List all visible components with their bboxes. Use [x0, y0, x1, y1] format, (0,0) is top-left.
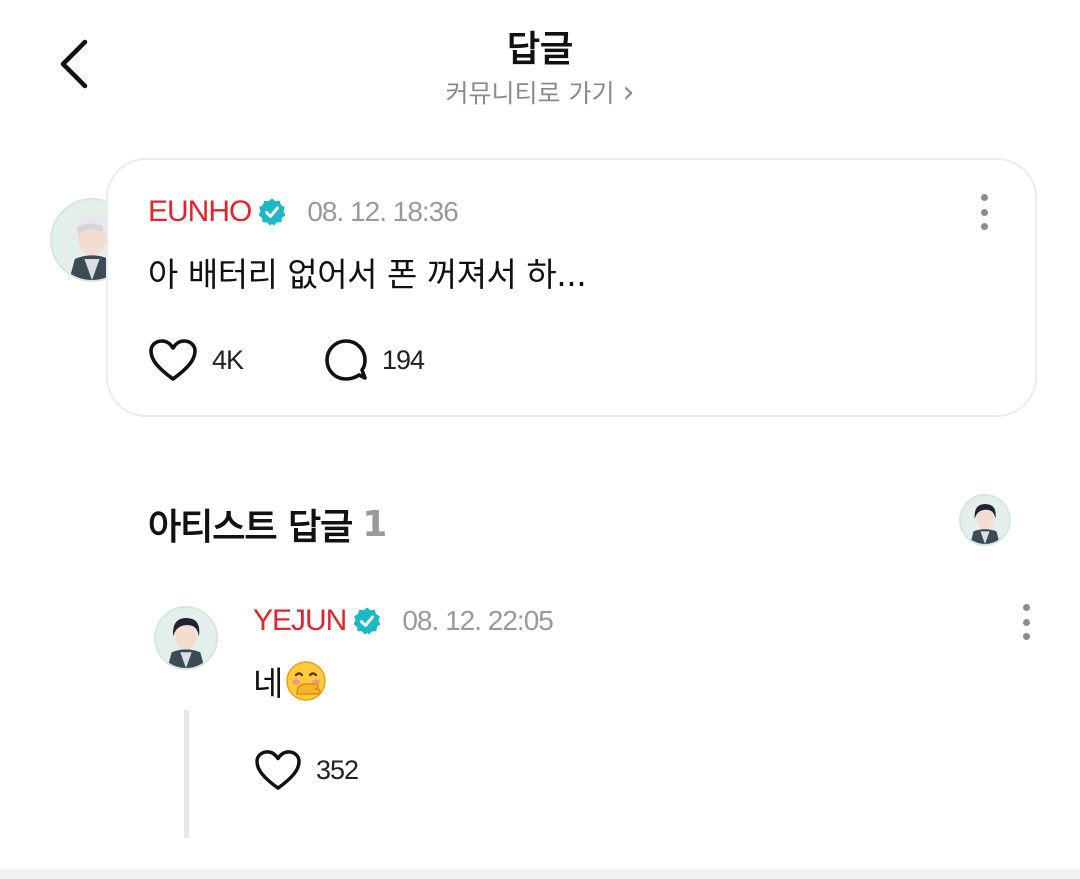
- post-comment-count: 194: [382, 344, 425, 375]
- heart-icon: [149, 339, 197, 381]
- more-icon-dot: [1022, 633, 1030, 640]
- reply-date: 08. 12. 22:05: [402, 605, 553, 636]
- artist-avatar-small[interactable]: [959, 494, 1011, 546]
- bottom-divider: [0, 869, 1080, 879]
- more-icon-dot: [980, 194, 988, 201]
- post-text: 아 배터리 없어서 폰 꺼져서 하...: [148, 255, 587, 294]
- reply-like-button[interactable]: 352: [254, 748, 359, 792]
- reply-author[interactable]: YEJUN: [253, 604, 347, 638]
- post-more-button[interactable]: [969, 190, 999, 234]
- verified-badge-icon: [258, 198, 286, 226]
- comment-icon: [325, 339, 367, 381]
- verified-badge-icon: [353, 607, 381, 635]
- face-with-hand-over-mouth-emoji: [285, 660, 327, 702]
- reply-screen: 답글 커뮤니티로 가기 › EUNHO 08. 12. 18:36 아 배터리 …: [0, 0, 1080, 879]
- artist-replies-count: 1: [362, 503, 387, 545]
- post-comment-button[interactable]: 194: [324, 338, 425, 382]
- post-like-count: 4K: [212, 344, 244, 375]
- more-icon-dot: [1022, 618, 1030, 626]
- heart-icon: [255, 750, 301, 790]
- post-meta: EUNHO 08. 12. 18:36: [148, 194, 459, 230]
- reply-text-body: 네: [253, 664, 283, 703]
- chevron-right-icon: ›: [622, 74, 635, 110]
- reply-text: 네: [253, 657, 327, 705]
- more-icon-dot: [980, 208, 988, 216]
- community-link-label: 커뮤니티로 가기: [445, 79, 615, 108]
- more-icon-dot: [980, 223, 988, 230]
- reply-like-count: 352: [316, 754, 359, 785]
- post-author[interactable]: EUNHO: [148, 195, 252, 229]
- post-like-button[interactable]: 4K: [148, 338, 244, 382]
- reply-thread-line: [184, 710, 189, 838]
- more-icon-dot: [1022, 604, 1030, 611]
- artist-replies-header: 아티스트 답글 1: [148, 498, 387, 550]
- go-to-community-link[interactable]: 커뮤니티로 가기 ›: [0, 74, 1080, 110]
- reply-more-button[interactable]: [1011, 600, 1041, 644]
- artist-replies-title: 아티스트 답글: [148, 507, 353, 548]
- reply-meta: YEJUN 08. 12. 22:05: [253, 603, 554, 639]
- post-date: 08. 12. 18:36: [307, 196, 458, 227]
- page-title: 답글: [506, 29, 574, 70]
- yejun-avatar[interactable]: [154, 606, 218, 670]
